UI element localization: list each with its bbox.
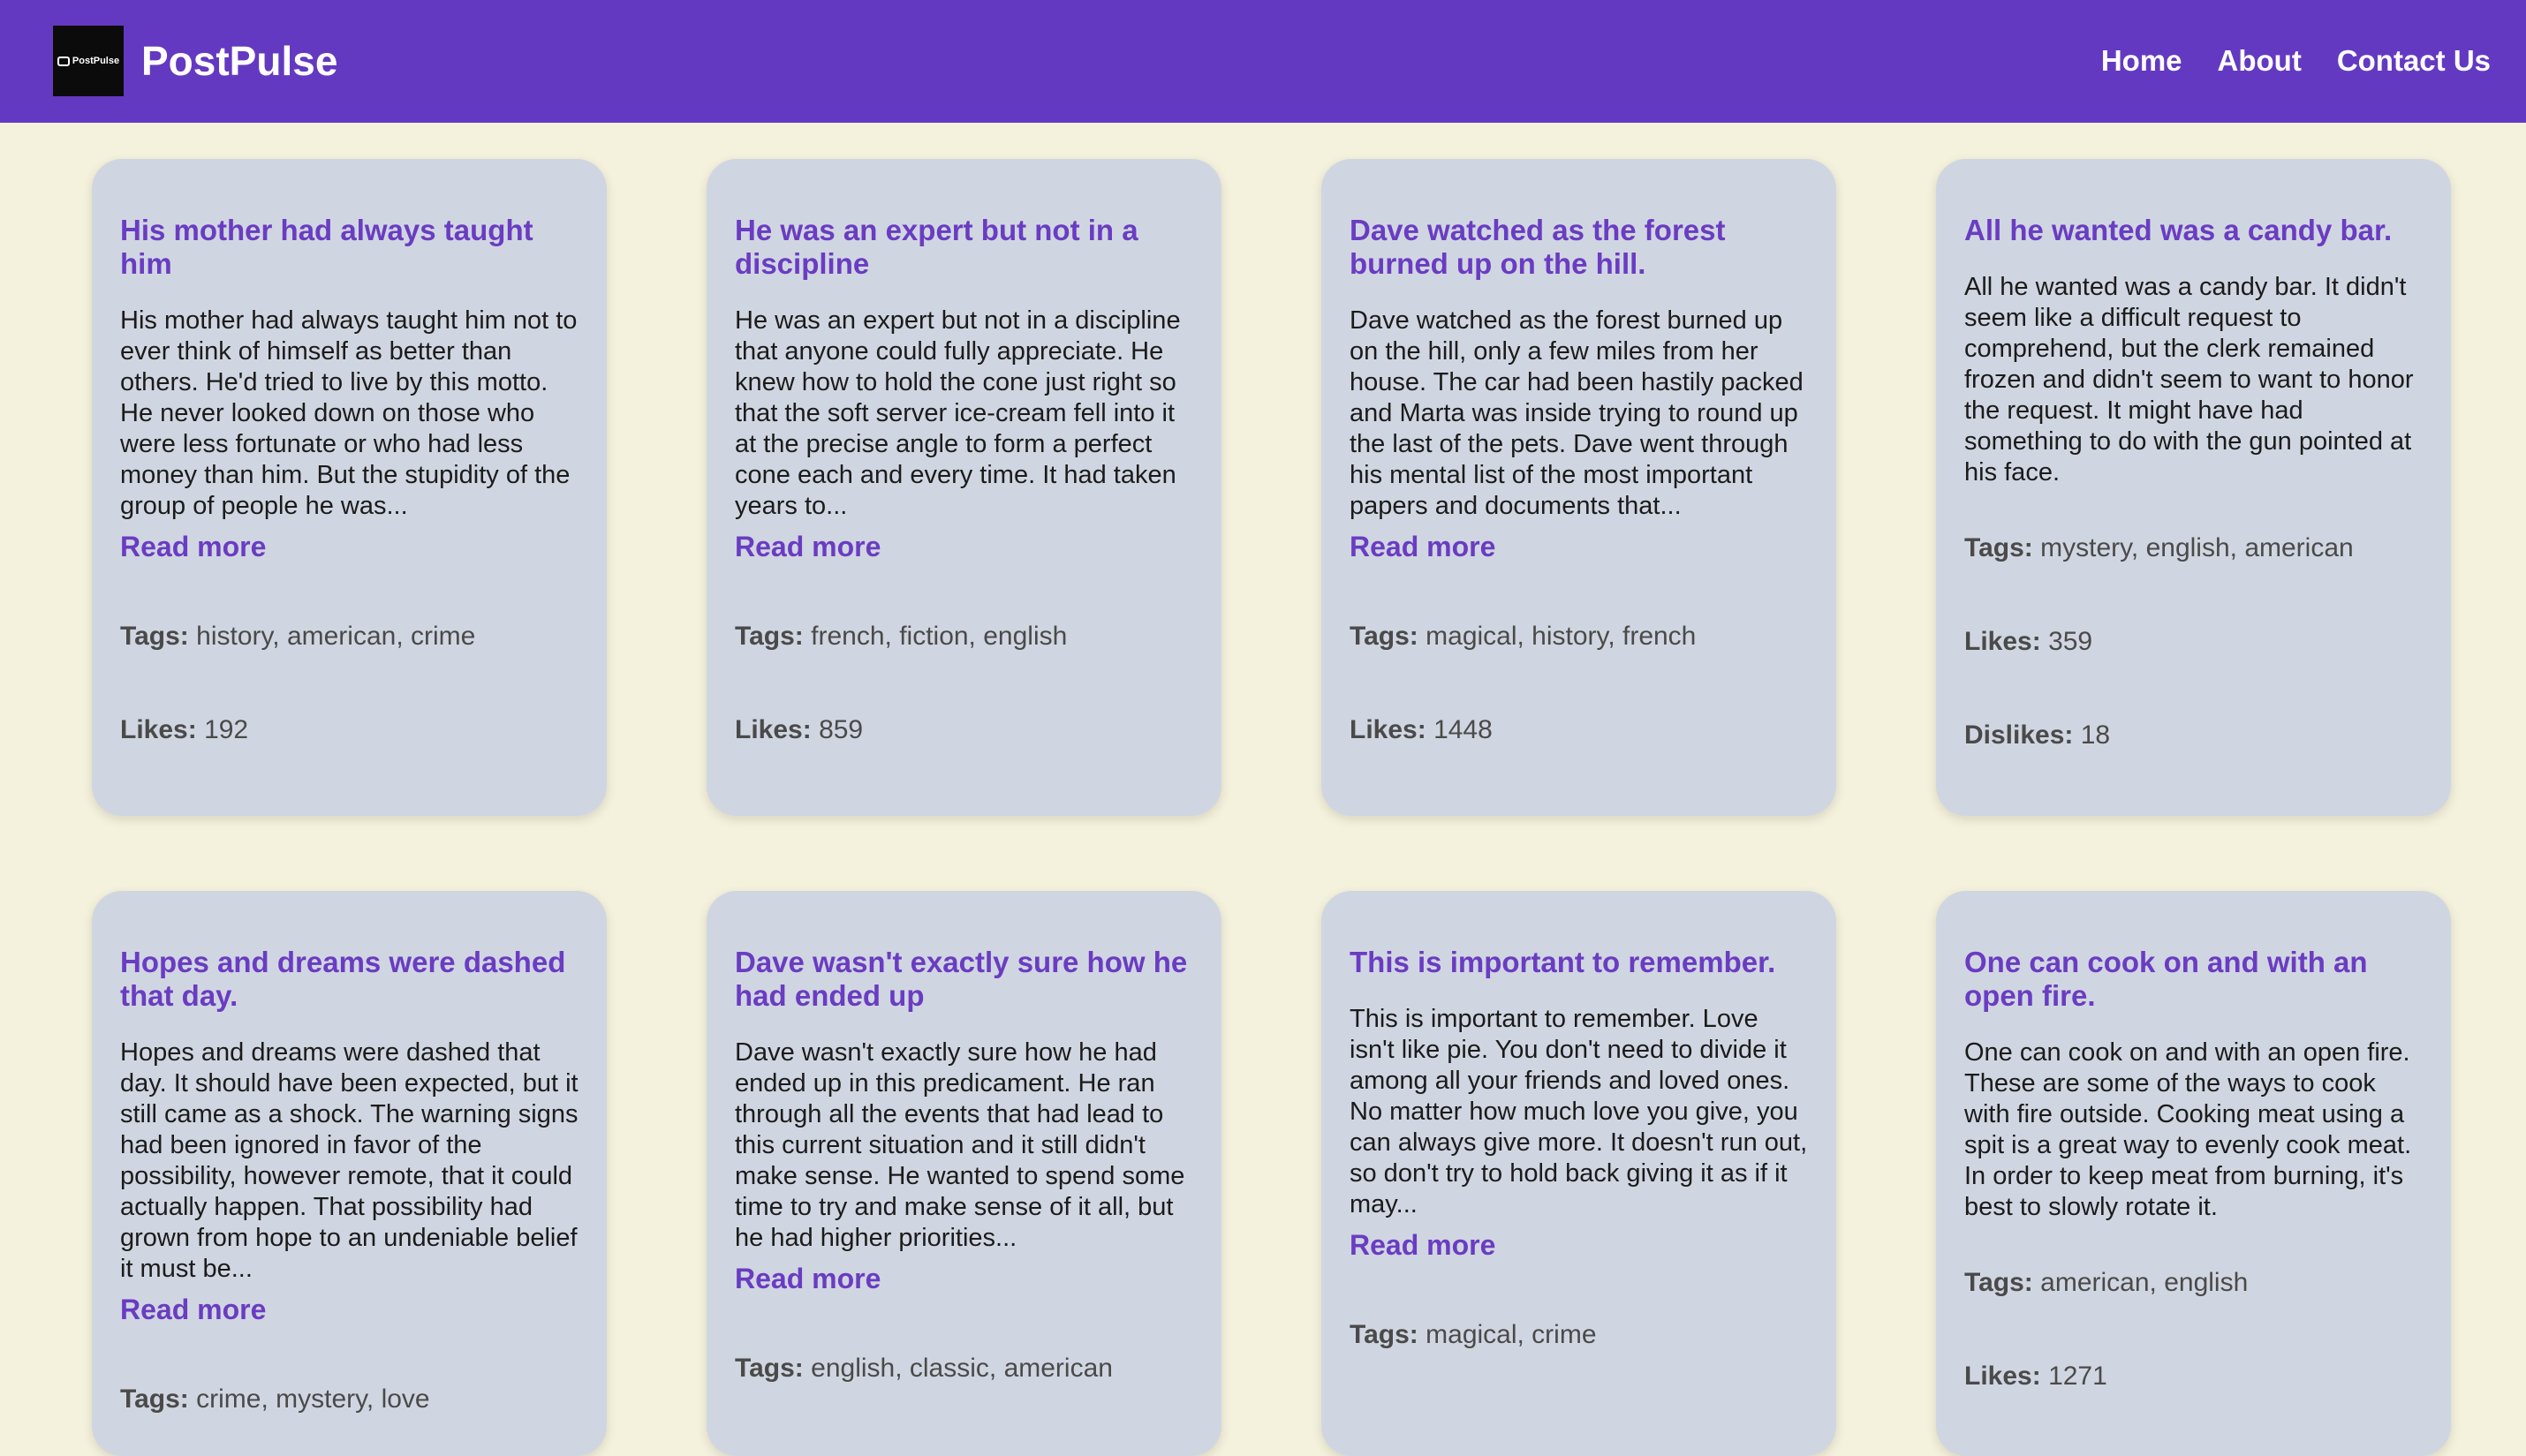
post-title[interactable]: He was an expert but not in a discipline (735, 214, 1193, 281)
post-tags: Tags: crime, mystery, love (120, 1384, 579, 1415)
nav-about-link[interactable]: About (2218, 39, 2302, 83)
post-likes: Likes: 192 (120, 714, 579, 746)
likes-label: Likes: (1964, 1362, 2041, 1391)
post-likes: Likes: 1448 (1350, 714, 1808, 746)
post-title[interactable]: Hopes and dreams were dashed that day. (120, 946, 579, 1013)
post-excerpt: His mother had always taught him not to … (120, 306, 578, 520)
post-card: He was an expert but not in a discipline… (707, 159, 1221, 816)
tags-value: french, fiction, english (811, 622, 1068, 651)
post-tags: Tags: history, american, crime (120, 621, 579, 653)
tags-value: english, classic, american (811, 1354, 1113, 1383)
post-excerpt: One can cook on and with an open fire. T… (1964, 1038, 2412, 1221)
post-card: Hopes and dreams were dashed that day. H… (92, 891, 607, 1456)
likes-value: 359 (2048, 627, 2093, 656)
likes-value: 859 (819, 715, 864, 744)
post-excerpt: Dave wasn't exactly sure how he had ende… (735, 1038, 1185, 1252)
tags-label: Tags: (120, 1384, 189, 1414)
post-title[interactable]: One can cook on and with an open fire. (1964, 946, 2423, 1013)
post-tags: Tags: mystery, english, american (1964, 532, 2423, 564)
brand-name[interactable]: PostPulse (141, 35, 337, 87)
post-card: Dave watched as the forest burned up on … (1321, 159, 1836, 816)
dislikes-label: Dislikes: (1964, 720, 2074, 750)
post-card: One can cook on and with an open fire. O… (1936, 891, 2451, 1456)
tags-label: Tags: (1964, 533, 2033, 562)
likes-label: Likes: (735, 715, 812, 744)
read-more-link[interactable]: Read more (735, 529, 881, 564)
post-excerpt: All he wanted was a candy bar. It didn't… (1964, 273, 2414, 487)
tags-label: Tags: (735, 622, 804, 651)
tags-value: magical, crime (1426, 1320, 1597, 1349)
logo[interactable]: PostPulse (53, 26, 124, 96)
logo-chat-icon (57, 56, 70, 66)
post-tags: Tags: french, fiction, english (735, 621, 1193, 653)
tags-label: Tags: (1350, 1320, 1418, 1349)
tags-label: Tags: (1964, 1268, 2033, 1297)
navbar: PostPulse PostPulse Home About Contact U… (0, 0, 2526, 123)
likes-label: Likes: (1964, 627, 2041, 656)
post-excerpt: This is important to remember. Love isn'… (1350, 1005, 1808, 1218)
post-tags: Tags: american, english (1964, 1267, 2423, 1299)
tags-label: Tags: (1350, 622, 1418, 651)
post-title[interactable]: Dave watched as the forest burned up on … (1350, 214, 1808, 281)
tags-value: mystery, english, american (2040, 533, 2354, 562)
tags-value: magical, history, french (1426, 622, 1697, 651)
post-tags: Tags: magical, history, french (1350, 621, 1808, 653)
read-more-link[interactable]: Read more (735, 1261, 881, 1296)
post-title[interactable]: All he wanted was a candy bar. (1964, 214, 2423, 247)
nav-menu: Home About Contact Us (2101, 39, 2491, 83)
likes-value: 192 (204, 715, 249, 744)
read-more-link[interactable]: Read more (1350, 529, 1495, 564)
likes-value: 1448 (1433, 715, 1493, 744)
tags-label: Tags: (735, 1354, 804, 1383)
dislikes-value: 18 (2080, 720, 2111, 750)
post-excerpt: Hopes and dreams were dashed that day. I… (120, 1038, 579, 1283)
likes-label: Likes: (1350, 715, 1426, 744)
tags-label: Tags: (120, 622, 189, 651)
likes-value: 1271 (2048, 1362, 2107, 1391)
tags-value: crime, mystery, love (196, 1384, 430, 1414)
post-card: His mother had always taught him His mot… (92, 159, 607, 816)
post-card: Dave wasn't exactly sure how he had ende… (707, 891, 1221, 1456)
post-likes: Likes: 1271 (1964, 1361, 2423, 1392)
post-title[interactable]: This is important to remember. (1350, 946, 1808, 979)
tags-value: history, american, crime (196, 622, 476, 651)
read-more-link[interactable]: Read more (120, 1292, 266, 1327)
post-dislikes: Dislikes: 18 (1964, 720, 2423, 751)
post-title[interactable]: Dave wasn't exactly sure how he had ende… (735, 946, 1193, 1013)
post-excerpt: He was an expert but not in a discipline… (735, 306, 1181, 520)
post-likes: Likes: 859 (735, 714, 1193, 746)
post-likes: Likes: 359 (1964, 626, 2423, 658)
post-excerpt: Dave watched as the forest burned up on … (1350, 306, 1804, 520)
read-more-link[interactable]: Read more (120, 529, 266, 564)
logo-text: PostPulse (72, 56, 120, 66)
tags-value: american, english (2040, 1268, 2249, 1297)
post-tags: Tags: english, classic, american (735, 1353, 1193, 1384)
post-card: All he wanted was a candy bar. All he wa… (1936, 159, 2451, 816)
likes-label: Likes: (120, 715, 197, 744)
post-card: This is important to remember. This is i… (1321, 891, 1836, 1456)
post-tags: Tags: magical, crime (1350, 1319, 1808, 1351)
nav-home-link[interactable]: Home (2101, 39, 2182, 83)
nav-contact-link[interactable]: Contact Us (2337, 39, 2491, 83)
post-title[interactable]: His mother had always taught him (120, 214, 579, 281)
read-more-link[interactable]: Read more (1350, 1227, 1495, 1263)
